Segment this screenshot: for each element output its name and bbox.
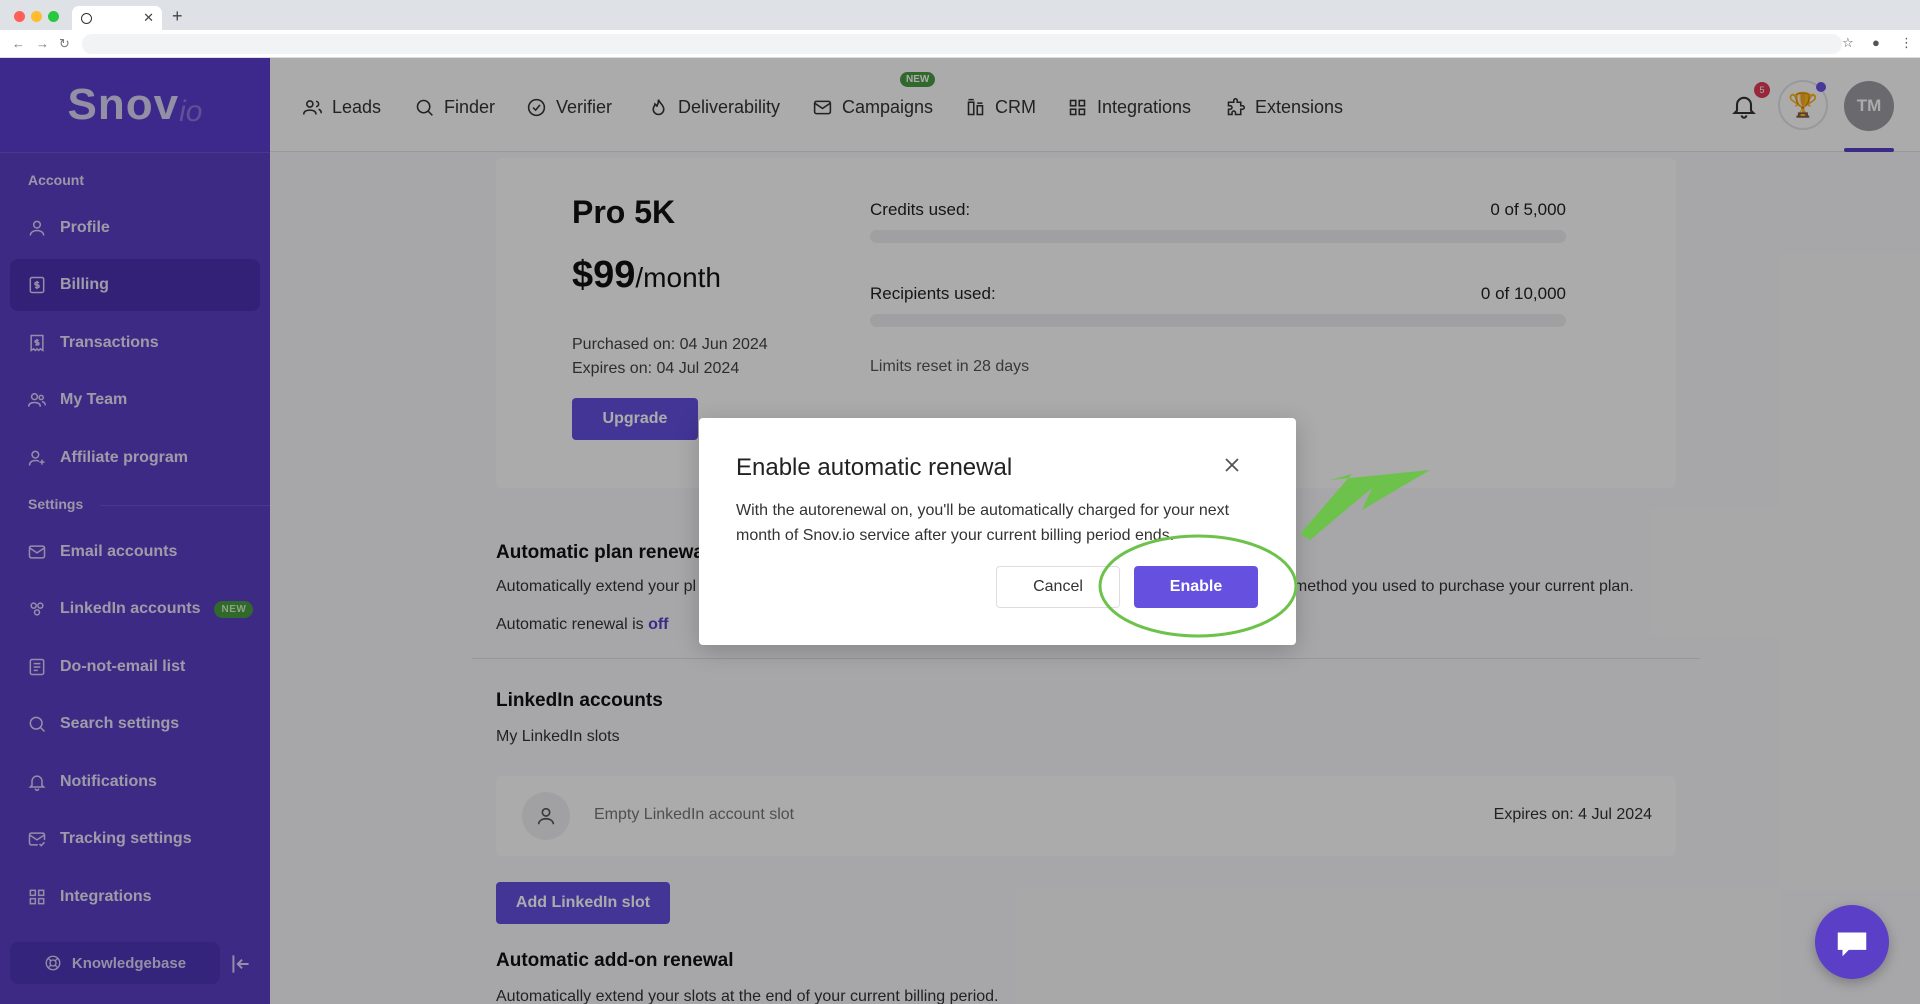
minimize-window-dot[interactable] [31, 11, 42, 22]
browser-toolbar: ← → ↻ ☆ ● ⋮ [0, 30, 1920, 58]
reload-icon[interactable]: ↻ [59, 36, 70, 52]
favicon-icon [81, 13, 92, 24]
close-icon [1225, 458, 1239, 472]
browser-tab-strip: ✕ + [0, 0, 1920, 30]
new-tab-icon[interactable]: + [172, 6, 183, 27]
modal-close-button[interactable] [1219, 452, 1245, 478]
close-window-dot[interactable] [14, 11, 25, 22]
profile-icon[interactable]: ● [1872, 35, 1880, 50]
browser-tab[interactable]: ✕ [72, 6, 162, 30]
browser-menu-icon[interactable]: ⋮ [1900, 35, 1913, 51]
bookmark-star-icon[interactable]: ☆ [1842, 35, 1854, 51]
chat-button[interactable] [1815, 905, 1889, 979]
cancel-button[interactable]: Cancel [996, 566, 1120, 608]
back-icon[interactable]: ← [12, 36, 25, 51]
close-tab-icon[interactable]: ✕ [143, 10, 154, 26]
maximize-window-dot[interactable] [48, 11, 59, 22]
forward-icon[interactable]: → [36, 36, 49, 51]
enable-button[interactable]: Enable [1134, 566, 1258, 608]
modal-title: Enable automatic renewal [736, 454, 1013, 481]
chat-bubble-icon [1837, 932, 1867, 957]
address-bar[interactable] [82, 34, 1842, 54]
modal-body: With the autorenewal on, you'll be autom… [736, 502, 1230, 544]
enable-renewal-modal: Enable automatic renewal With the autore… [699, 418, 1296, 645]
